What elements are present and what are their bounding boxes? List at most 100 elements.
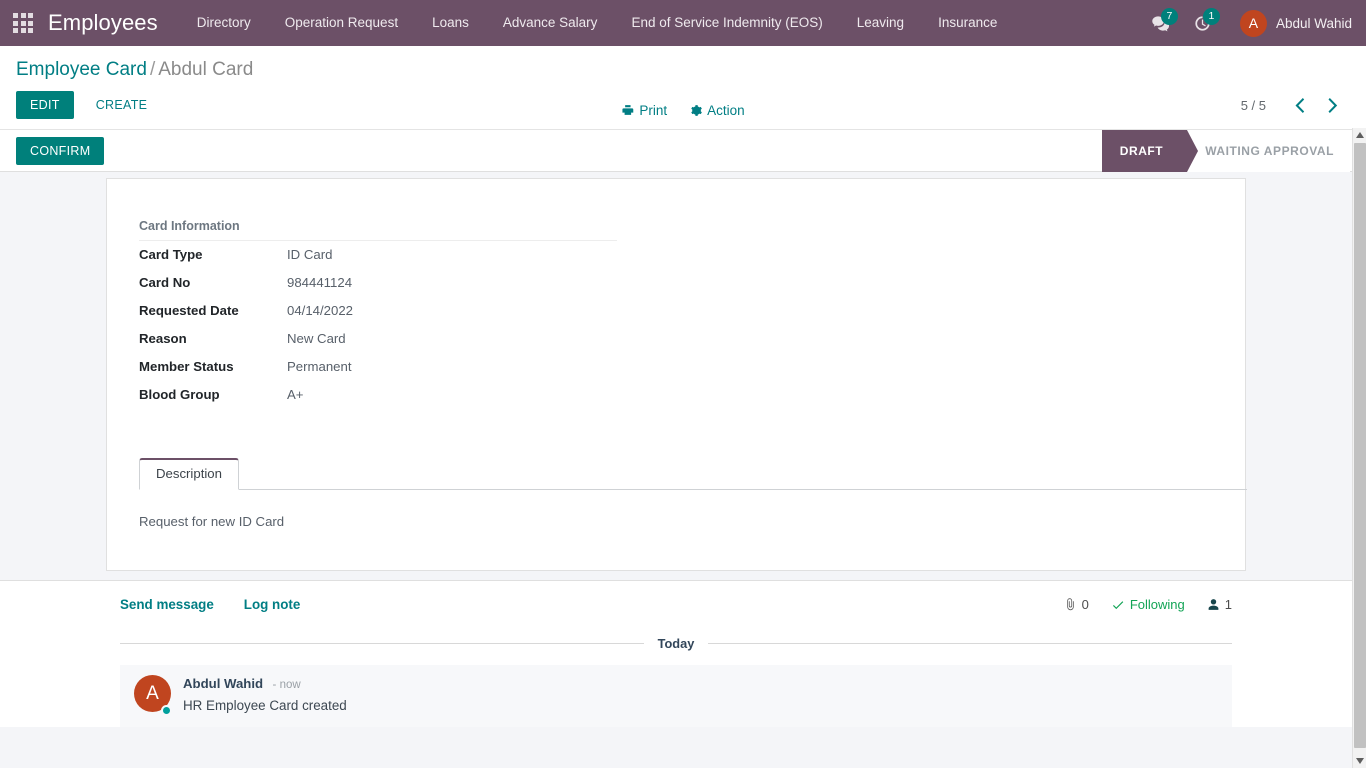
message-header: Abdul Wahid - now: [183, 675, 347, 694]
user-name-label: Abdul Wahid: [1275, 15, 1352, 31]
confirm-button[interactable]: CONFIRM: [16, 136, 105, 165]
date-separator-line-left: [120, 643, 644, 644]
menu-item-leaving[interactable]: Leaving: [840, 0, 921, 46]
pager-previous-button[interactable]: [1284, 96, 1317, 115]
field-value-blood-group[interactable]: A+: [287, 387, 304, 402]
scroll-up-arrow-icon: [1356, 132, 1364, 138]
main-content-area: Card Information Card Type ID Card Card …: [0, 169, 1352, 768]
avatar: A: [1239, 9, 1267, 37]
print-menu-button[interactable]: Print: [621, 103, 667, 118]
status-bar: CONFIRM DRAFT WAITING APPROVAL: [0, 129, 1366, 172]
app-brand-title[interactable]: Employees: [48, 10, 158, 36]
field-row-blood-group: Blood Group A+: [139, 387, 1245, 415]
form-sheet: Card Information Card Type ID Card Card …: [106, 178, 1247, 571]
field-row-card-no: Card No 984441124: [139, 275, 1245, 303]
field-label-member-status: Member Status: [139, 359, 234, 374]
followers-count: 1: [1224, 597, 1232, 612]
message-body: HR Employee Card created: [183, 698, 347, 713]
message-timestamp: - now: [272, 679, 301, 691]
field-label-card-no: Card No: [139, 275, 191, 290]
activity-badge-count: 1: [1202, 8, 1220, 25]
menu-item-advance-salary[interactable]: Advance Salary: [486, 0, 615, 46]
main-menu: Directory Operation Request Loans Advanc…: [180, 0, 1015, 46]
online-status-dot: [161, 705, 172, 716]
menu-item-directory[interactable]: Directory: [180, 0, 268, 46]
apps-grid-icon[interactable]: [8, 8, 38, 38]
navbar-right-tools: 7 1 A Abdul Wahid: [1142, 6, 1352, 40]
card-information-fields: Card Type ID Card Card No 984441124 Requ…: [139, 247, 1245, 415]
scroll-down-button[interactable]: [1353, 754, 1366, 768]
paperclip-icon: [1066, 598, 1074, 611]
status-stages: DRAFT WAITING APPROVAL: [1101, 129, 1350, 172]
control-panel: Employee Card / Abdul Card EDIT CREATE Pri…: [0, 46, 1366, 130]
log-note-button[interactable]: Log note: [244, 597, 301, 612]
attachment-count: 0: [1081, 597, 1089, 612]
tab-description[interactable]: Description: [139, 458, 239, 490]
pager: 5 / 5: [1241, 96, 1350, 115]
menu-item-operation-request[interactable]: Operation Request: [268, 0, 415, 46]
following-button[interactable]: Following: [1111, 597, 1185, 612]
notebook-page-description[interactable]: Request for new ID Card: [139, 490, 1247, 570]
field-row-member-status: Member Status Permanent: [139, 359, 1245, 387]
message-author: Abdul Wahid: [183, 676, 264, 691]
breadcrumb-current: Abdul Card: [158, 59, 254, 80]
following-label: Following: [1129, 597, 1185, 612]
field-value-reason[interactable]: New Card: [287, 331, 346, 346]
message-item: A Abdul Wahid - now HR Employee Card cre…: [120, 665, 1232, 727]
chatter-toolbar: Send message Log note 0 Following 1: [106, 597, 1246, 624]
form-sheet-holder: Card Information Card Type ID Card Card …: [0, 169, 1352, 571]
top-navbar: Employees Directory Operation Request Lo…: [0, 0, 1366, 46]
print-label: Print: [639, 103, 668, 118]
field-label-card-type: Card Type: [139, 247, 203, 262]
pager-value: 5 / 5: [1240, 97, 1266, 113]
field-value-requested-date[interactable]: 04/14/2022: [287, 303, 353, 318]
create-button[interactable]: CREATE: [82, 91, 162, 119]
menu-item-end-of-service-indemnity[interactable]: End of Service Indemnity (EOS): [614, 0, 839, 46]
control-panel-dropdown-menus: Print Action: [621, 103, 745, 118]
message-avatar-wrap: A: [134, 675, 172, 716]
status-stage-waiting-approval[interactable]: WAITING APPROVAL: [1187, 129, 1350, 172]
activity-menu-button[interactable]: 1: [1184, 6, 1222, 40]
menu-item-loans[interactable]: Loans: [415, 0, 486, 46]
menu-item-insurance[interactable]: Insurance: [921, 0, 1014, 46]
breadcrumb-root-link[interactable]: Employee Card: [16, 59, 147, 80]
field-row-reason: Reason New Card: [139, 331, 1245, 359]
vertical-scrollbar[interactable]: [1352, 128, 1366, 768]
pager-next-button[interactable]: [1317, 96, 1350, 115]
chatter-stats: 0 Following 1: [1064, 597, 1232, 612]
gear-icon: [691, 105, 702, 116]
scrollbar-thumb[interactable]: [1354, 143, 1366, 748]
notebook: Description Request for new ID Card: [139, 458, 1247, 570]
action-menu-button[interactable]: Action: [689, 103, 745, 118]
breadcrumb-separator: /: [149, 59, 156, 80]
date-separator: Today: [120, 636, 1232, 651]
scroll-up-button[interactable]: [1353, 128, 1366, 142]
control-panel-left-buttons: EDIT CREATE: [16, 91, 161, 119]
group-title-card-information: Card Information: [139, 219, 617, 241]
followers-button[interactable]: 1: [1207, 597, 1232, 612]
date-separator-label: Today: [657, 636, 695, 651]
field-value-card-no[interactable]: 984441124: [287, 275, 352, 290]
send-message-button[interactable]: Send message: [120, 597, 214, 612]
date-separator-line-right: [708, 643, 1232, 644]
edit-button[interactable]: EDIT: [16, 91, 74, 119]
field-value-member-status[interactable]: Permanent: [287, 359, 352, 374]
scroll-down-arrow-icon: [1356, 758, 1364, 764]
status-stage-draft[interactable]: DRAFT: [1101, 129, 1199, 172]
user-menu[interactable]: A Abdul Wahid: [1239, 9, 1352, 37]
field-value-card-type[interactable]: ID Card: [287, 247, 332, 262]
messages-menu-button[interactable]: 7: [1142, 6, 1180, 40]
check-icon: [1112, 600, 1124, 609]
user-icon: [1208, 599, 1219, 610]
control-panel-buttons-row: EDIT CREATE Print Action 5 / 5: [16, 91, 1350, 129]
attachments-button[interactable]: 0: [1064, 597, 1089, 612]
field-row-card-type: Card Type ID Card: [139, 247, 1245, 275]
field-label-requested-date: Requested Date: [139, 303, 239, 318]
breadcrumb: Employee Card / Abdul Card: [16, 58, 1350, 82]
field-label-blood-group: Blood Group: [139, 387, 220, 402]
messages-badge-count: 7: [1160, 8, 1178, 25]
message-content: Abdul Wahid - now HR Employee Card creat…: [183, 675, 347, 715]
field-row-requested-date: Requested Date 04/14/2022: [139, 303, 1245, 331]
chevron-left-icon: [1295, 97, 1305, 113]
chevron-right-icon: [1328, 97, 1338, 113]
